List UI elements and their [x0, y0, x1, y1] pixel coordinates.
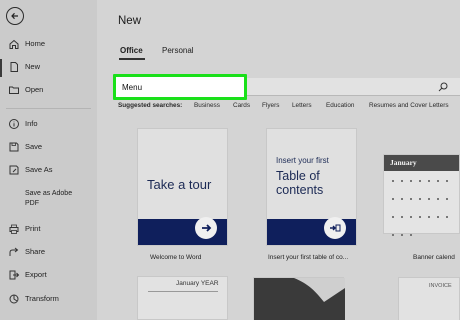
sidebar-divider	[6, 108, 91, 109]
template-artwork	[254, 278, 345, 320]
template-caption: Banner calend	[413, 254, 455, 261]
back-button[interactable]	[6, 7, 24, 25]
template-caption: Welcome to Word	[150, 254, 202, 261]
card-divider	[148, 291, 218, 292]
calendar-header: January	[384, 155, 459, 171]
template-card-table-of-contents[interactable]: Insert your first Table of contents	[266, 128, 357, 246]
sidebar-item-label: Open	[25, 85, 44, 94]
sidebar-item-info[interactable]: Info	[0, 116, 97, 134]
arrow-left-icon	[11, 12, 18, 20]
template-title: Take a tour	[147, 177, 212, 192]
page-title: New	[118, 15, 142, 27]
template-subtitle: Insert your first	[276, 156, 329, 165]
sidebar-item-export[interactable]: Export	[0, 267, 97, 285]
print-icon	[9, 224, 19, 234]
sidebar-item-label-line2: PDF	[25, 200, 39, 207]
sidebar-item-home[interactable]: Home	[0, 36, 97, 54]
suggested-search-business[interactable]: Business	[194, 102, 220, 109]
sidebar-item-label: Save	[25, 142, 43, 151]
template-card-january-year[interactable]: January YEAR	[137, 276, 228, 320]
calendar-grid	[392, 177, 456, 249]
sidebar: Home New Open Info Save Save As Save as …	[0, 0, 97, 320]
sidebar-item-label: Save As	[25, 165, 53, 174]
sidebar-item-label: Info	[25, 119, 38, 128]
sidebar-item-transform[interactable]: Transform	[0, 291, 97, 309]
suggested-search-resumes[interactable]: Resumes and Cover Letters	[369, 102, 449, 109]
sidebar-item-label: Home	[25, 39, 46, 48]
template-card-invoice[interactable]: INVOICE	[398, 277, 460, 320]
tab-office[interactable]: Office	[120, 46, 143, 55]
sidebar-item-print[interactable]: Print	[0, 221, 97, 239]
invoice-header: INVOICE	[429, 283, 452, 289]
calendar-year-header: January YEAR	[176, 280, 219, 287]
sidebar-item-save[interactable]: Save	[0, 139, 97, 157]
home-icon	[9, 39, 19, 49]
table-of-contents-icon	[330, 224, 341, 232]
sidebar-item-label: Share	[25, 247, 46, 256]
sidebar-item-label: Print	[25, 224, 41, 233]
info-icon	[9, 119, 19, 129]
save-icon	[9, 142, 19, 152]
sidebar-item-save-as[interactable]: Save As	[0, 162, 97, 180]
suggested-search-cards[interactable]: Cards	[233, 102, 250, 109]
template-card-take-a-tour[interactable]: Take a tour	[137, 128, 228, 246]
save-as-icon	[9, 165, 19, 175]
search-input[interactable]: Menu	[113, 74, 247, 100]
search-icon[interactable]	[438, 82, 448, 92]
sidebar-item-open[interactable]: Open	[0, 82, 97, 100]
template-card-artwork[interactable]	[253, 277, 345, 320]
sidebar-item-new[interactable]: New	[0, 59, 97, 77]
template-title-line1: Table of	[276, 169, 320, 183]
export-icon	[9, 270, 20, 280]
suggested-search-letters[interactable]: Letters	[292, 102, 312, 109]
suggested-search-education[interactable]: Education	[326, 102, 354, 109]
suggested-search-flyers[interactable]: Flyers	[262, 102, 279, 109]
search-container: Menu	[113, 74, 460, 100]
active-tab-indicator	[119, 58, 145, 60]
template-caption: Insert your first table of co...	[268, 254, 349, 261]
template-title-line2: contents	[276, 183, 324, 197]
share-icon	[9, 247, 19, 256]
calendar-month: January	[390, 158, 417, 167]
tab-personal[interactable]: Personal	[162, 46, 194, 55]
sidebar-item-label: New	[25, 62, 41, 71]
arrow-right-icon	[202, 224, 212, 232]
template-toc-button	[324, 217, 346, 239]
suggested-searches-label: Suggested searches:	[118, 102, 183, 109]
transform-icon	[9, 294, 19, 304]
search-input-value: Menu	[122, 83, 143, 92]
sidebar-item-label: Transform	[25, 294, 59, 303]
folder-open-icon	[9, 86, 19, 94]
sidebar-item-share[interactable]: Share	[0, 244, 97, 262]
template-card-banner-calendar[interactable]: January	[383, 154, 460, 236]
new-document-icon	[10, 62, 18, 72]
sidebar-item-label: Save as Adobe	[25, 190, 73, 197]
template-arrow-button	[195, 217, 217, 239]
sidebar-item-save-as-pdf[interactable]: Save as Adobe PDF	[0, 188, 97, 210]
sidebar-item-label: Export	[25, 270, 47, 279]
